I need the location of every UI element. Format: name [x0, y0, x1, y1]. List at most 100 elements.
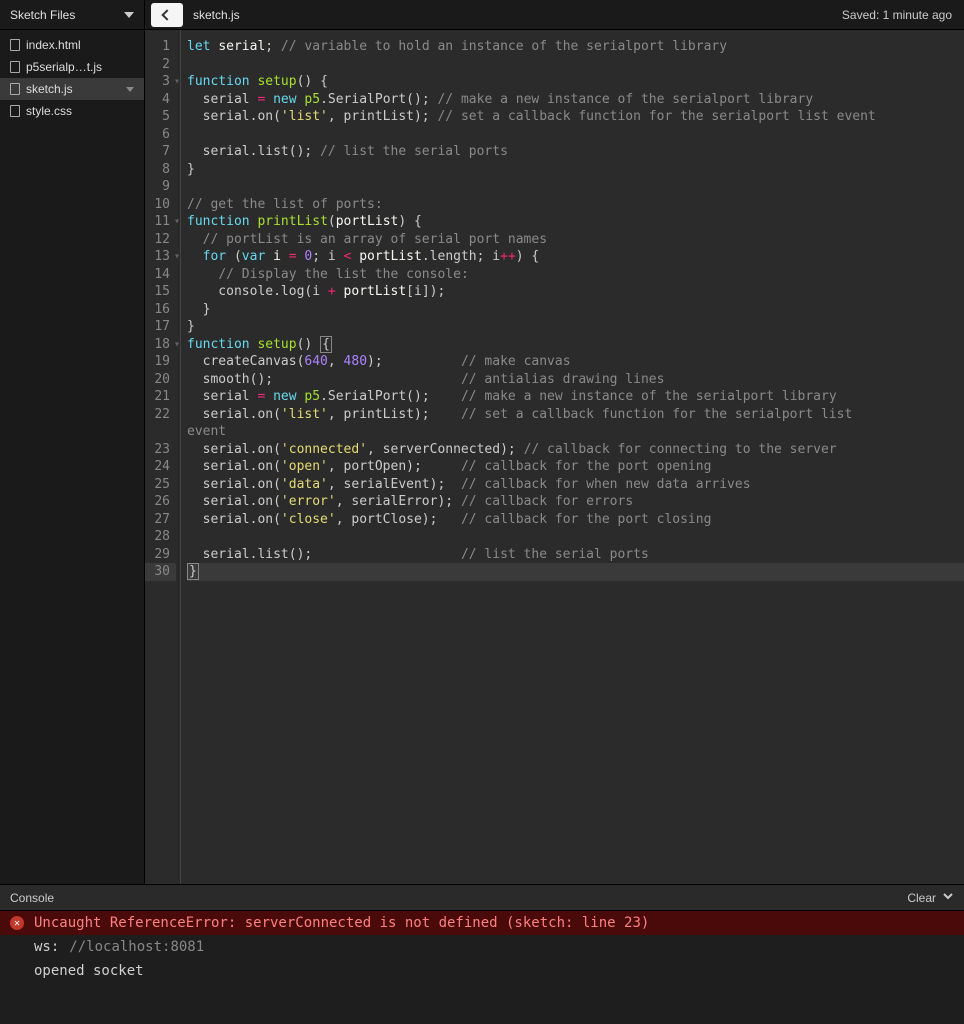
line-number: 6 — [145, 126, 176, 144]
line-number: 3 — [145, 73, 176, 91]
code-line[interactable]: // get the list of ports: — [187, 196, 964, 214]
code-line[interactable]: function printList(portList) { — [187, 213, 964, 231]
line-number: 1 — [145, 38, 176, 56]
file-icon — [10, 61, 20, 73]
line-number: 9 — [145, 178, 176, 196]
code-line[interactable]: serial.on('list', printList); // set a c… — [187, 108, 964, 126]
console-error-line: ✕ Uncaught ReferenceError: serverConnecte… — [0, 911, 964, 935]
code-line[interactable]: serial.on('close', portClose); // callba… — [187, 511, 964, 529]
line-number — [145, 423, 176, 441]
line-number: 30 — [145, 563, 176, 581]
line-number: 18 — [145, 336, 176, 354]
file-label: p5serialp…t.js — [26, 60, 134, 74]
code-line[interactable]: function setup() { — [187, 336, 964, 354]
line-number: 19 — [145, 353, 176, 371]
code-line[interactable]: console.log(i + portList[i]); — [187, 283, 964, 301]
code-line[interactable]: } — [187, 563, 964, 581]
code-line[interactable] — [187, 178, 964, 196]
code-line[interactable]: // Display the list the console: — [187, 266, 964, 284]
line-number: 25 — [145, 476, 176, 494]
file-icon — [10, 105, 20, 117]
code-line[interactable] — [187, 528, 964, 546]
console-body[interactable]: ✕ Uncaught ReferenceError: serverConnecte… — [0, 911, 964, 1024]
line-number: 7 — [145, 143, 176, 161]
line-number: 14 — [145, 266, 176, 284]
topbar: Sketch Files sketch.js Saved: 1 minute a… — [0, 0, 964, 30]
code-line[interactable]: event — [187, 423, 964, 441]
code-line[interactable] — [187, 56, 964, 74]
file-icon — [10, 83, 20, 95]
file-item[interactable]: p5serialp…t.js — [0, 56, 144, 78]
line-number: 21 — [145, 388, 176, 406]
line-number: 4 — [145, 91, 176, 109]
code-line[interactable]: serial.list(); // list the serial ports — [187, 143, 964, 161]
file-label: style.css — [26, 104, 134, 118]
chevron-left-icon — [161, 9, 172, 20]
code-line[interactable]: serial.on('list', printList); // set a c… — [187, 406, 964, 424]
code-line[interactable]: let serial; // variable to hold an insta… — [187, 38, 964, 56]
line-number: 26 — [145, 493, 176, 511]
line-number: 20 — [145, 371, 176, 389]
file-sidebar: index.html p5serialp…t.js sketch.js style.c… — [0, 30, 145, 884]
code-line[interactable]: createCanvas(640, 480); // make canvas — [187, 353, 964, 371]
line-number: 15 — [145, 283, 176, 301]
code-line[interactable]: function setup() { — [187, 73, 964, 91]
line-number: 23 — [145, 441, 176, 459]
line-number: 17 — [145, 318, 176, 336]
back-button[interactable] — [151, 3, 183, 27]
save-status: Saved: 1 minute ago — [842, 8, 952, 22]
line-number: 27 — [145, 511, 176, 529]
code-line[interactable]: serial = new p5.SerialPort(); // make a … — [187, 91, 964, 109]
console-clear-button[interactable]: Clear — [907, 890, 954, 905]
sketch-files-dropdown[interactable]: Sketch Files — [0, 0, 145, 29]
file-item[interactable]: index.html — [0, 34, 144, 56]
line-number: 13 — [145, 248, 176, 266]
line-number: 2 — [145, 56, 176, 74]
main-area: index.html p5serialp…t.js sketch.js style.c… — [0, 30, 964, 884]
code-line[interactable]: serial.on('error', serialError); // call… — [187, 493, 964, 511]
chevron-down-icon — [942, 890, 954, 905]
sketch-files-label: Sketch Files — [10, 8, 75, 22]
console-log-line: opened socket — [0, 959, 964, 983]
file-label: index.html — [26, 38, 134, 52]
line-number: 24 — [145, 458, 176, 476]
console-panel: Console Clear ✕ Uncaught ReferenceError: … — [0, 884, 964, 1024]
line-number: 5 — [145, 108, 176, 126]
code-editor[interactable]: 1234567891011121314151617181920212223242… — [145, 30, 964, 884]
code-line[interactable]: serial.on('data', serialEvent); // callb… — [187, 476, 964, 494]
code-line[interactable]: } — [187, 318, 964, 336]
file-icon — [10, 39, 20, 51]
console-header: Console Clear — [0, 885, 964, 911]
file-item[interactable]: sketch.js — [0, 78, 144, 100]
error-icon: ✕ — [10, 916, 24, 930]
console-title: Console — [10, 891, 907, 905]
code-line[interactable]: serial = new p5.SerialPort(); // make a … — [187, 388, 964, 406]
code-line[interactable] — [187, 126, 964, 144]
code-line[interactable]: for (var i = 0; i < portList.length; i++… — [187, 248, 964, 266]
line-gutter: 1234567891011121314151617181920212223242… — [145, 30, 181, 884]
line-number: 10 — [145, 196, 176, 214]
line-number: 22 — [145, 406, 176, 424]
code-line[interactable]: serial.on('open', portOpen); // callback… — [187, 458, 964, 476]
chevron-down-icon — [124, 12, 134, 18]
code-line[interactable]: } — [187, 301, 964, 319]
code-line[interactable]: serial.list(); // list the serial ports — [187, 546, 964, 564]
code-line[interactable]: // portList is an array of serial port n… — [187, 231, 964, 249]
file-item[interactable]: style.css — [0, 100, 144, 122]
current-file-tab[interactable]: sketch.js — [189, 8, 240, 22]
console-text: opened socket — [34, 963, 144, 979]
code-line[interactable]: smooth(); // antialias drawing lines — [187, 371, 964, 389]
line-number: 28 — [145, 528, 176, 546]
code-line[interactable]: } — [187, 161, 964, 179]
console-text: //localhost:8081 — [69, 939, 204, 955]
code-area[interactable]: let serial; // variable to hold an insta… — [181, 30, 964, 884]
console-log-line: ws: //localhost:8081 — [0, 935, 964, 959]
console-text: Uncaught ReferenceError: serverConnected… — [34, 915, 649, 931]
chevron-down-icon — [126, 87, 134, 92]
line-number: 16 — [145, 301, 176, 319]
file-label: sketch.js — [26, 82, 120, 96]
code-line[interactable]: serial.on('connected', serverConnected);… — [187, 441, 964, 459]
console-text-prefix: ws: — [34, 939, 59, 955]
line-number: 29 — [145, 546, 176, 564]
line-number: 11 — [145, 213, 176, 231]
